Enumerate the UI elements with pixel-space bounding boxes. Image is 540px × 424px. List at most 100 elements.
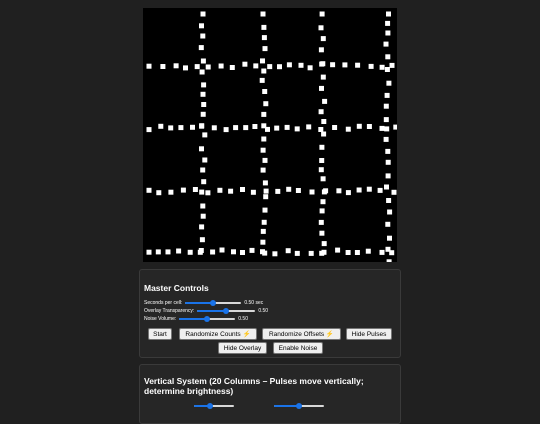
noise-volume-row: Noise Volume: 0.50 [144, 315, 248, 322]
enable-noise-button[interactable]: Enable Noise [273, 342, 323, 354]
vertical-pulse-dot [261, 68, 267, 74]
horizontal-pulse-dot [210, 249, 216, 255]
vertical-pulse-dot [261, 111, 267, 117]
seconds-per-cell-value: 0.50 sec [244, 299, 264, 306]
horizontal-pulse-dot [277, 64, 282, 70]
overlay-transparency-value: 0.50 [258, 307, 269, 314]
horizontal-pulse-dot [250, 189, 256, 195]
vertical-pulse-dot [262, 157, 268, 163]
horizontal-pulse-dot [393, 124, 397, 130]
vertical-pulse-dot [261, 136, 267, 142]
horizontal-pulse-dot [217, 187, 223, 193]
horizontal-pulse-dot [219, 247, 225, 253]
vertical-pulse-dot [260, 239, 266, 245]
horizontal-pulse-dot [146, 187, 152, 193]
vertical-pulse-dot [319, 230, 325, 236]
vertical-pulse-dot [322, 98, 328, 104]
vertical-pulse-dot [262, 89, 268, 94]
horizontal-pulse-dot [355, 62, 361, 68]
vertical-system-title: Vertical System (20 Columns – Pulses mov… [144, 376, 364, 396]
vertical-pulse-dot [318, 47, 324, 53]
hide-overlay-button[interactable]: Hide Overlay [218, 342, 267, 354]
horizontal-pulse-dot [183, 65, 188, 71]
hide-pulses-button[interactable]: Hide Pulses [346, 328, 392, 340]
vertical-pulse-dot [385, 221, 391, 227]
vertical-pulse-dot [200, 203, 206, 209]
noise-volume-label: Noise Volume: [144, 315, 177, 322]
horizontal-pulse-dot [260, 249, 265, 255]
seconds-per-cell-slider[interactable] [185, 299, 242, 306]
vertical-slider-a[interactable] [194, 402, 234, 409]
horizontal-pulse-dot [366, 186, 372, 192]
horizontal-pulse-dot [332, 125, 338, 130]
vertical-pulse-dot [261, 24, 267, 30]
vertical-pulse-dot [201, 179, 207, 185]
vertical-system-panel: Vertical System (20 Columns – Pulses mov… [139, 364, 401, 424]
vertical-pulse-dot [383, 103, 389, 109]
master-controls-title: Master Controls [144, 283, 209, 293]
vertical-pulse-dot [260, 147, 266, 153]
vertical-pulse-dot [385, 159, 391, 165]
horizontal-pulse-dot [240, 250, 245, 255]
horizontal-pulse-dot [272, 251, 278, 257]
vertical-pulse-dot [260, 11, 266, 17]
vertical-pulse-dot [383, 41, 389, 47]
vertical-pulse-dot [385, 30, 391, 36]
overlay-transparency-label: Overlay Transparency: [144, 307, 195, 314]
horizontal-pulse-dot [187, 249, 193, 255]
horizontal-pulse-dot [146, 63, 152, 69]
vertical-pulse-dot [199, 237, 205, 243]
horizontal-pulse-dot [365, 248, 371, 254]
vertical-pulse-dot [202, 132, 208, 138]
vertical-pulse-dot [386, 11, 391, 17]
horizontal-pulse-dot [168, 125, 174, 131]
horizontal-pulse-dot [229, 65, 235, 70]
horizontal-pulse-dot [180, 187, 186, 193]
vertical-pulse-dot [262, 180, 268, 186]
horizontal-pulse-dot [240, 187, 245, 192]
horizontal-pulse-dot [379, 249, 385, 255]
vertical-pulse-dot [318, 25, 324, 31]
vertical-pulse-dot [385, 20, 391, 26]
horizontal-pulse-dot [197, 249, 203, 255]
horizontal-pulse-dot [228, 188, 234, 194]
vertical-pulse-dot [202, 157, 208, 163]
vertical-pulse-dot [385, 173, 391, 179]
vertical-pulse-dot [319, 11, 325, 17]
horizontal-pulse-dot [205, 64, 211, 70]
noise-volume-value: 0.50 [238, 315, 248, 322]
vertical-slider-b[interactable] [274, 402, 324, 409]
horizontal-pulse-dot [274, 125, 280, 131]
vertical-pulse-dot [383, 117, 389, 123]
horizontal-pulse-dot [308, 250, 314, 256]
horizontal-pulse-dot [379, 64, 385, 70]
overlay-transparency-slider[interactable] [197, 307, 256, 314]
horizontal-pulse-dot [265, 126, 270, 132]
horizontal-pulse-dot [354, 250, 360, 255]
vertical-pulse-dot [387, 235, 392, 241]
horizontal-pulse-dot [173, 63, 179, 69]
horizontal-pulse-dot [190, 124, 195, 130]
vertical-pulse-dot [319, 144, 325, 150]
horizontal-pulse-dot [319, 61, 325, 67]
randomize-counts-button[interactable]: Randomize Counts ⚡ [179, 328, 257, 340]
vertical-pulse-dot [198, 45, 204, 51]
vertical-pulse-dot [386, 198, 392, 203]
horizontal-pulse-dot [309, 189, 315, 195]
vertical-pulse-dot [201, 82, 207, 88]
horizontal-pulse-dot [205, 190, 211, 196]
vertical-pulse-dot [385, 148, 391, 154]
horizontal-pulse-dot [146, 127, 152, 133]
start-button[interactable]: Start [148, 328, 172, 340]
noise-volume-slider[interactable] [179, 315, 236, 322]
vertical-pulse-dot [262, 207, 268, 213]
horizontal-pulse-dot [242, 61, 248, 67]
horizontal-pulse-dot [165, 249, 171, 255]
vertical-pulse-dot [199, 189, 205, 195]
vertical-pulse-dot [260, 58, 265, 64]
vertical-pulse-dot [200, 213, 206, 219]
vertical-pulse-dot [318, 167, 324, 173]
randomize-offsets-button[interactable]: Randomize Offsets ⚡ [262, 328, 341, 340]
horizontal-pulse-dot [158, 123, 164, 129]
vertical-pulse-dot [384, 184, 389, 190]
